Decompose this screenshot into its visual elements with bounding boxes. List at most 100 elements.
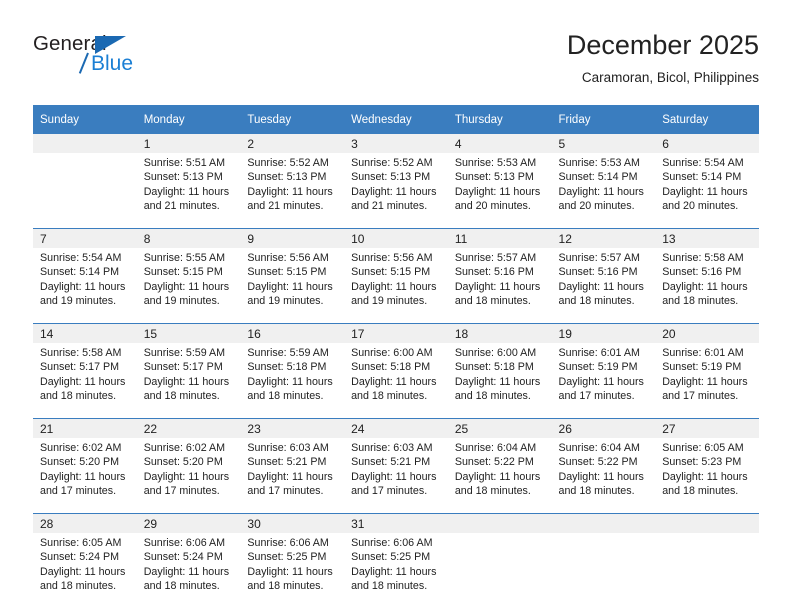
day-number[interactable]: 9: [240, 228, 345, 248]
daylight-text: Daylight: 11 hours and 18 minutes.: [558, 280, 644, 308]
sunrise-text: Sunrise: 6:03 AM: [247, 442, 329, 454]
day-cell[interactable]: Sunrise: 6:04 AM Sunset: 5:22 PM Dayligh…: [447, 438, 552, 514]
day-cell[interactable]: Sunrise: 6:01 AM Sunset: 5:19 PM Dayligh…: [655, 343, 759, 419]
day-cell[interactable]: Sunrise: 5:58 AM Sunset: 5:17 PM Dayligh…: [33, 343, 137, 419]
day-cell[interactable]: Sunrise: 5:56 AM Sunset: 5:15 PM Dayligh…: [240, 248, 345, 324]
day-number[interactable]: [447, 513, 552, 533]
day-number[interactable]: 22: [136, 418, 241, 438]
day-cell[interactable]: Sunrise: 6:04 AM Sunset: 5:22 PM Dayligh…: [551, 438, 656, 514]
day-cell[interactable]: Sunrise: 5:51 AM Sunset: 5:13 PM Dayligh…: [136, 153, 241, 229]
day-number[interactable]: 17: [344, 323, 448, 343]
sunset-text: Sunset: 5:25 PM: [351, 551, 431, 564]
sunset-text: Sunset: 5:20 PM: [40, 456, 120, 469]
sunset-text: Sunset: 5:16 PM: [558, 266, 638, 279]
day-number[interactable]: 5: [551, 134, 656, 153]
day-cell[interactable]: Sunrise: 5:53 AM Sunset: 5:13 PM Dayligh…: [447, 153, 552, 229]
daylight-text: Daylight: 11 hours and 18 minutes.: [662, 280, 748, 308]
day-number[interactable]: [655, 513, 759, 533]
week-number-row: 1 2 3 4 5 6: [33, 134, 759, 153]
day-cell[interactable]: Sunrise: 5:54 AM Sunset: 5:14 PM Dayligh…: [655, 153, 759, 229]
day-number[interactable]: 27: [655, 418, 759, 438]
day-number[interactable]: 7: [33, 228, 137, 248]
day-number[interactable]: 4: [447, 134, 552, 153]
day-number[interactable]: 13: [655, 228, 759, 248]
day-cell[interactable]: Sunrise: 5:56 AM Sunset: 5:15 PM Dayligh…: [344, 248, 448, 324]
day-cell[interactable]: Sunrise: 6:00 AM Sunset: 5:18 PM Dayligh…: [447, 343, 552, 419]
day-cell[interactable]: Sunrise: 5:59 AM Sunset: 5:18 PM Dayligh…: [240, 343, 345, 419]
day-cell[interactable]: Sunrise: 5:53 AM Sunset: 5:14 PM Dayligh…: [551, 153, 656, 229]
daylight-text: Daylight: 11 hours and 20 minutes.: [454, 185, 541, 213]
day-number[interactable]: 21: [33, 418, 137, 438]
day-number[interactable]: 19: [551, 323, 656, 343]
day-number[interactable]: 1: [136, 134, 241, 153]
day-number[interactable]: 29: [136, 513, 241, 533]
weekday-header-monday: Monday: [136, 105, 241, 134]
day-number[interactable]: 10: [344, 228, 448, 248]
day-number[interactable]: 28: [33, 513, 137, 533]
day-cell[interactable]: Sunrise: 6:06 AM Sunset: 5:24 PM Dayligh…: [136, 533, 241, 608]
sunset-text: Sunset: 5:18 PM: [351, 361, 431, 374]
day-cell[interactable]: Sunrise: 6:05 AM Sunset: 5:24 PM Dayligh…: [33, 533, 137, 608]
daylight-text: Daylight: 11 hours and 19 minutes.: [247, 280, 333, 308]
day-cell[interactable]: Sunrise: 5:59 AM Sunset: 5:17 PM Dayligh…: [136, 343, 241, 419]
sunrise-text: Sunrise: 5:52 AM: [351, 157, 433, 169]
sunset-text: Sunset: 5:15 PM: [351, 266, 431, 279]
day-number[interactable]: 26: [551, 418, 656, 438]
sunrise-text: Sunrise: 6:05 AM: [662, 442, 744, 454]
day-number[interactable]: 16: [240, 323, 345, 343]
week-number-row: 28 29 30 31: [33, 513, 759, 533]
sunrise-text: Sunrise: 5:58 AM: [40, 347, 122, 359]
day-number[interactable]: 25: [447, 418, 552, 438]
day-number[interactable]: 24: [344, 418, 448, 438]
day-number[interactable]: 11: [447, 228, 552, 248]
day-number[interactable]: 18: [447, 323, 552, 343]
sunrise-text: Sunrise: 5:59 AM: [143, 347, 226, 359]
sunrise-text: Sunrise: 6:04 AM: [558, 442, 640, 454]
day-cell[interactable]: Sunrise: 6:06 AM Sunset: 5:25 PM Dayligh…: [344, 533, 448, 608]
day-number[interactable]: 12: [551, 228, 656, 248]
day-number[interactable]: 2: [240, 134, 345, 153]
day-cell[interactable]: Sunrise: 5:52 AM Sunset: 5:13 PM Dayligh…: [240, 153, 345, 229]
sunset-text: Sunset: 5:22 PM: [454, 456, 534, 469]
sunset-text: Sunset: 5:17 PM: [143, 361, 223, 374]
day-cell[interactable]: Sunrise: 5:58 AM Sunset: 5:16 PM Dayligh…: [655, 248, 759, 324]
day-cell[interactable]: Sunrise: 6:03 AM Sunset: 5:21 PM Dayligh…: [344, 438, 448, 514]
day-cell[interactable]: Sunrise: 5:57 AM Sunset: 5:16 PM Dayligh…: [447, 248, 552, 324]
daylight-text: Daylight: 11 hours and 21 minutes.: [143, 185, 230, 213]
sunset-text: Sunset: 5:19 PM: [662, 361, 742, 374]
day-number[interactable]: 14: [33, 323, 137, 343]
day-number[interactable]: 8: [136, 228, 241, 248]
day-number[interactable]: 3: [344, 134, 448, 153]
day-cell[interactable]: Sunrise: 6:01 AM Sunset: 5:19 PM Dayligh…: [551, 343, 656, 419]
day-number[interactable]: [33, 134, 137, 153]
sunset-text: Sunset: 5:14 PM: [40, 266, 120, 279]
sunset-text: Sunset: 5:24 PM: [40, 551, 120, 564]
day-cell[interactable]: Sunrise: 6:02 AM Sunset: 5:20 PM Dayligh…: [33, 438, 137, 514]
day-cell-empty: [447, 533, 552, 608]
week-number-row: 14 15 16 17 18 19 20: [33, 323, 759, 343]
day-cell[interactable]: Sunrise: 5:57 AM Sunset: 5:16 PM Dayligh…: [551, 248, 656, 324]
day-cell[interactable]: Sunrise: 6:06 AM Sunset: 5:25 PM Dayligh…: [240, 533, 345, 608]
sunrise-text: Sunrise: 5:52 AM: [247, 157, 329, 169]
day-number[interactable]: 30: [240, 513, 345, 533]
sunrise-text: Sunrise: 6:02 AM: [40, 442, 122, 454]
sunrise-text: Sunrise: 5:54 AM: [662, 157, 744, 169]
day-cell[interactable]: Sunrise: 6:03 AM Sunset: 5:21 PM Dayligh…: [240, 438, 345, 514]
day-cell[interactable]: Sunrise: 5:52 AM Sunset: 5:13 PM Dayligh…: [344, 153, 448, 229]
day-cell[interactable]: Sunrise: 6:00 AM Sunset: 5:18 PM Dayligh…: [344, 343, 448, 419]
day-cell[interactable]: Sunrise: 6:05 AM Sunset: 5:23 PM Dayligh…: [655, 438, 759, 514]
day-number[interactable]: 6: [655, 134, 759, 153]
day-number[interactable]: [551, 513, 656, 533]
day-number[interactable]: 20: [655, 323, 759, 343]
day-number[interactable]: 23: [240, 418, 345, 438]
daylight-text: Daylight: 11 hours and 18 minutes.: [143, 565, 230, 593]
day-number[interactable]: 15: [136, 323, 241, 343]
day-cell[interactable]: Sunrise: 6:02 AM Sunset: 5:20 PM Dayligh…: [136, 438, 241, 514]
day-number[interactable]: 31: [344, 513, 448, 533]
general-blue-logo[interactable]: General Blue: [33, 32, 273, 88]
sunset-text: Sunset: 5:13 PM: [351, 171, 431, 184]
sunrise-text: Sunrise: 5:56 AM: [247, 252, 329, 264]
weekday-header-tuesday: Tuesday: [240, 105, 345, 134]
day-cell[interactable]: Sunrise: 5:54 AM Sunset: 5:14 PM Dayligh…: [33, 248, 137, 324]
day-cell[interactable]: Sunrise: 5:55 AM Sunset: 5:15 PM Dayligh…: [136, 248, 241, 324]
